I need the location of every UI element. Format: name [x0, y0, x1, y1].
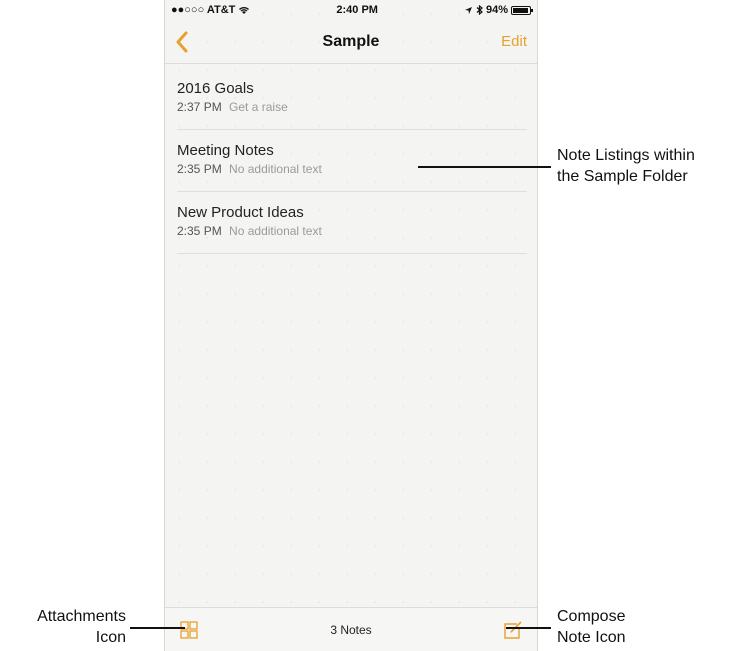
note-title: New Product Ideas — [177, 204, 304, 221]
callout-note-listings: Note Listings within the Sample Folder — [557, 145, 742, 187]
note-item-2016-goals[interactable]: 2016 Goals 2:37 PM Get a raise — [177, 68, 527, 130]
callout-compose: Compose Note Icon — [557, 606, 707, 648]
bluetooth-icon — [476, 5, 483, 15]
note-time: 2:35 PM — [177, 224, 222, 238]
grid-icon — [180, 620, 198, 639]
edit-button[interactable]: Edit — [501, 33, 527, 50]
callout-text: Icon — [95, 629, 126, 646]
callout-text: Compose — [557, 608, 626, 625]
phone-screen: ●●○○○ AT&T 2:40 PM 94% Sample Edit 2016 … — [164, 0, 538, 651]
note-title: 2016 Goals — [177, 80, 254, 97]
note-title: Meeting Notes — [177, 142, 274, 159]
note-count: 3 Notes — [330, 622, 372, 637]
note-meta: 2:35 PM No additional text — [177, 223, 527, 239]
chevron-left-icon — [176, 31, 188, 52]
callout-text: the Sample Folder — [557, 168, 688, 185]
callout-text: Attachments — [37, 608, 126, 625]
callout-attachments: Attachments Icon — [4, 606, 126, 648]
callout-line-compose — [506, 627, 551, 629]
navigation-bar: Sample Edit — [165, 20, 537, 64]
attachments-button[interactable] — [177, 618, 201, 642]
callout-text: Note Listings within — [557, 147, 695, 164]
page-title: Sample — [322, 32, 380, 50]
status-bar: ●●○○○ AT&T 2:40 PM 94% — [165, 0, 537, 20]
battery-icon — [511, 5, 533, 15]
note-time: 2:37 PM — [177, 100, 222, 114]
note-item-meeting-notes[interactable]: Meeting Notes 2:35 PM No additional text — [177, 130, 527, 192]
note-meta: 2:37 PM Get a raise — [177, 99, 527, 115]
note-meta: 2:35 PM No additional text — [177, 161, 527, 177]
callout-line-attachments — [130, 627, 185, 629]
compose-icon — [504, 620, 522, 639]
wifi-icon — [239, 6, 250, 14]
status-carrier: ●●○○○ AT&T — [171, 4, 250, 16]
notes-list: 2016 Goals 2:37 PM Get a raise Meeting N… — [177, 68, 527, 254]
callout-line-note-listings — [418, 166, 551, 168]
bottom-toolbar: 3 Notes — [165, 607, 537, 651]
compose-button[interactable] — [501, 618, 525, 642]
callout-text: Note Icon — [557, 629, 626, 646]
note-preview: No additional text — [229, 162, 322, 176]
note-time: 2:35 PM — [177, 162, 222, 176]
status-indicators: 94% — [464, 4, 533, 16]
back-button[interactable] — [175, 28, 199, 56]
note-preview: Get a raise — [229, 100, 288, 114]
status-time: 2:40 PM — [336, 4, 378, 16]
note-item-new-product-ideas[interactable]: New Product Ideas 2:35 PM No additional … — [177, 192, 527, 254]
location-icon — [464, 6, 472, 14]
note-preview: No additional text — [229, 224, 322, 238]
carrier-label: ●●○○○ AT&T — [171, 4, 236, 16]
battery-percent: 94% — [485, 4, 508, 16]
